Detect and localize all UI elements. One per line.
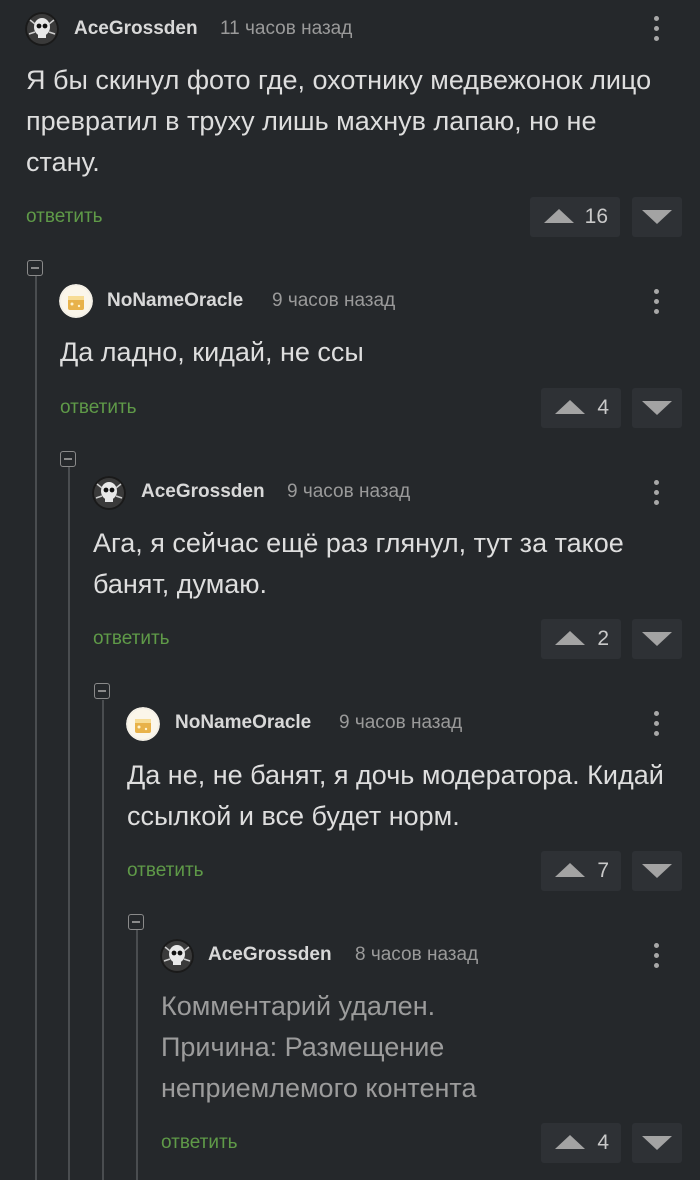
more-options-icon[interactable] xyxy=(649,709,663,739)
downvote-icon xyxy=(642,401,672,415)
comment-time: 8 часов назад xyxy=(355,944,479,965)
comment-text: Ага, я сейчас ещё раз глянул, тут за так… xyxy=(93,528,624,599)
skull-avatar[interactable] xyxy=(25,12,59,46)
skull-avatar[interactable] xyxy=(92,476,126,510)
more-options-icon[interactable] xyxy=(649,287,663,317)
oracle-avatar[interactable] xyxy=(126,707,160,741)
comment-author[interactable]: NoNameOracle xyxy=(107,290,243,312)
more-options-icon[interactable] xyxy=(649,941,663,971)
rating-count: 16 xyxy=(584,205,608,228)
collapse-thread-button[interactable] xyxy=(27,260,43,276)
downvote-button[interactable] xyxy=(632,851,682,891)
upvote-button[interactable]: 4 xyxy=(541,1123,621,1163)
downvote-icon xyxy=(642,1136,672,1150)
reply-link[interactable]: ответить xyxy=(161,1132,238,1154)
comment-time: 11 часов назад xyxy=(220,18,353,39)
upvote-icon xyxy=(555,631,585,645)
comment-author[interactable]: AceGrossden xyxy=(141,481,265,503)
upvote-icon xyxy=(555,1135,585,1149)
rating-count: 4 xyxy=(597,396,609,419)
comment-time: 9 часов назад xyxy=(339,712,463,733)
upvote-icon xyxy=(544,209,574,223)
collapse-thread-button[interactable] xyxy=(128,914,144,930)
collapse-thread-button[interactable] xyxy=(60,451,76,467)
thread-line xyxy=(102,700,104,1180)
rating-count: 7 xyxy=(597,859,609,882)
upvote-button[interactable]: 16 xyxy=(530,197,620,237)
more-options-icon[interactable] xyxy=(649,14,663,44)
upvote-button[interactable]: 2 xyxy=(541,619,621,659)
upvote-button[interactable]: 7 xyxy=(541,851,621,891)
comment-author[interactable]: AceGrossden xyxy=(74,18,198,40)
comment-author[interactable]: NoNameOracle xyxy=(175,712,311,734)
downvote-button[interactable] xyxy=(632,388,682,428)
upvote-button[interactable]: 4 xyxy=(541,388,621,428)
collapse-thread-button[interactable] xyxy=(94,683,110,699)
comment-text: Да ладно, кидай, не ссы xyxy=(60,337,364,367)
downvote-button[interactable] xyxy=(632,619,682,659)
thread-line xyxy=(35,276,37,1180)
more-options-icon[interactable] xyxy=(649,478,663,508)
reply-link[interactable]: ответить xyxy=(127,860,204,882)
oracle-avatar[interactable] xyxy=(59,284,93,318)
reply-link[interactable]: ответить xyxy=(60,397,137,419)
deleted-comment-text: Комментарий удален. Причина: Размещение … xyxy=(161,991,477,1103)
comment-text: Я бы скинул фото где, охотнику медвежоно… xyxy=(26,65,652,177)
downvote-icon xyxy=(642,632,672,646)
reply-link[interactable]: ответить xyxy=(26,206,103,228)
skull-avatar[interactable] xyxy=(160,939,194,973)
comment-time: 9 часов назад xyxy=(272,290,396,311)
downvote-icon xyxy=(642,210,672,224)
downvote-icon xyxy=(642,864,672,878)
rating-count: 2 xyxy=(597,627,609,650)
rating-count: 4 xyxy=(597,1131,609,1154)
reply-link[interactable]: ответить xyxy=(93,628,170,650)
downvote-button[interactable] xyxy=(632,197,682,237)
downvote-button[interactable] xyxy=(632,1123,682,1163)
comment-author[interactable]: AceGrossden xyxy=(208,944,332,966)
thread-line xyxy=(136,930,138,1180)
comment-time: 9 часов назад xyxy=(287,481,411,502)
comment-text: Да не, не банят, я дочь модератора. Кида… xyxy=(127,760,664,831)
upvote-icon xyxy=(555,400,585,414)
thread-line xyxy=(68,467,70,1180)
upvote-icon xyxy=(555,863,585,877)
